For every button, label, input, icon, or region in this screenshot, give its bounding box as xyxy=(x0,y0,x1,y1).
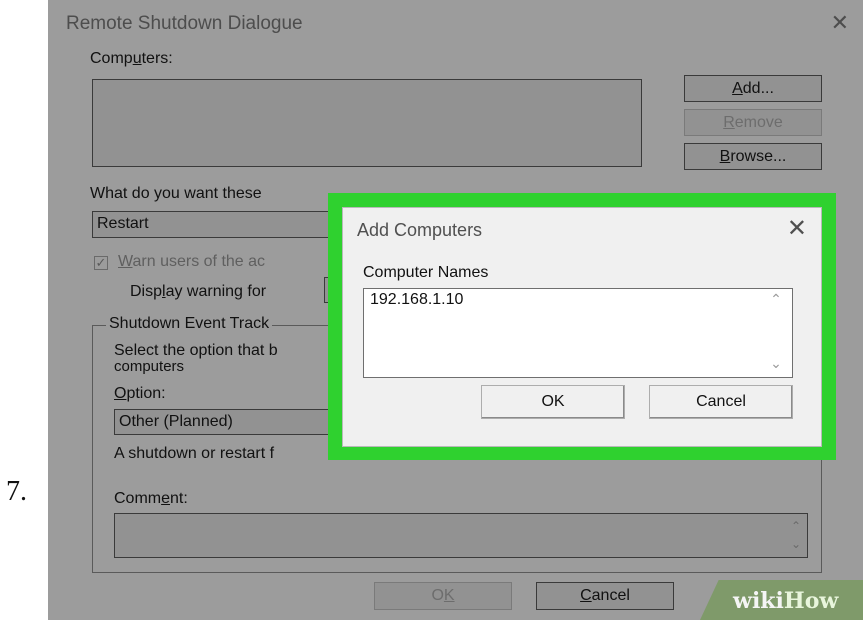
computers-list[interactable] xyxy=(92,79,642,167)
computers-label: Computers: xyxy=(90,50,173,67)
comment-label: Comment: xyxy=(114,490,188,507)
computer-names-value: 192.168.1.10 xyxy=(370,291,464,308)
wikihow-logo: wikiHow xyxy=(733,588,839,614)
ok-button[interactable]: OK xyxy=(481,385,625,419)
comment-field[interactable]: ⌃ ⌄ xyxy=(114,513,808,558)
step-number: 7. xyxy=(6,476,27,507)
cancel-button[interactable]: Cancel xyxy=(536,582,674,610)
chevron-down-icon[interactable]: ⌄ xyxy=(791,536,801,552)
chevron-up-icon[interactable]: ⌃ xyxy=(791,518,801,534)
scrollbar[interactable]: ⌃ ⌄ xyxy=(762,289,790,377)
ok-button[interactable]: OK xyxy=(374,582,512,610)
select-option-text-2: computers xyxy=(114,358,185,375)
add-button[interactable]: Add... xyxy=(684,75,822,102)
dialog-title: Remote Shutdown Dialogue xyxy=(66,13,303,34)
close-icon[interactable]: ✕ xyxy=(787,214,807,243)
computer-names-field[interactable]: 192.168.1.10 ⌃ ⌄ xyxy=(363,288,793,378)
warn-users-label: Warn users of the ac xyxy=(118,253,266,270)
remove-button[interactable]: Remove xyxy=(684,109,822,136)
shutdown-description: A shutdown or restart f xyxy=(114,445,275,462)
display-warning-label: Display warning for xyxy=(130,283,267,300)
checkmark-icon[interactable]: ✓ xyxy=(94,256,108,270)
option-select[interactable]: Other (Planned) xyxy=(114,409,354,435)
add-computers-title: Add Computers xyxy=(357,220,483,240)
chevron-up-icon[interactable]: ⌃ xyxy=(762,291,790,308)
option-label: Option: xyxy=(114,385,166,402)
browse-button[interactable]: Browse... xyxy=(684,143,822,170)
add-computers-dialog: Add Computers ✕ Computer Names 192.168.1… xyxy=(342,207,822,447)
close-icon[interactable]: ✕ xyxy=(831,10,849,36)
tracker-group-title: Shutdown Event Track xyxy=(106,315,273,333)
computer-names-label: Computer Names xyxy=(363,264,489,281)
cancel-button[interactable]: Cancel xyxy=(649,385,793,419)
action-question-label: What do you want these xyxy=(90,185,262,202)
chevron-down-icon[interactable]: ⌄ xyxy=(762,355,790,372)
